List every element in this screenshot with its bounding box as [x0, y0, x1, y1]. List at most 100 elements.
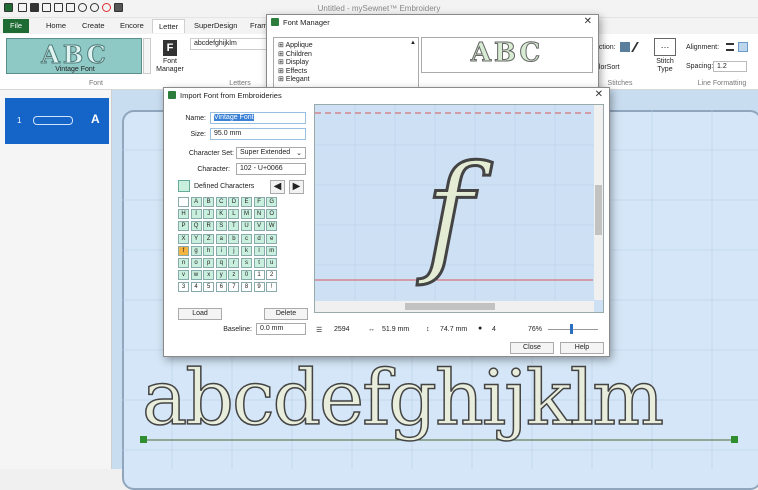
character-cell[interactable]: I	[190, 209, 202, 220]
align-center-icon[interactable]	[738, 42, 748, 52]
size-field[interactable]: 95.0 mm	[210, 128, 306, 140]
character-cell[interactable]: 3	[178, 282, 189, 293]
direction-icon[interactable]	[620, 42, 630, 52]
tree-item[interactable]: ⊞ Children	[278, 51, 313, 60]
character-cell[interactable]: V	[253, 221, 265, 232]
character-cell[interactable]: x	[203, 270, 215, 281]
character-cell[interactable]: i	[215, 245, 227, 256]
character-cell[interactable]: H	[178, 209, 189, 220]
pen-icon[interactable]	[631, 42, 647, 52]
character-cell[interactable]: X	[178, 233, 189, 244]
load-button[interactable]: Load	[178, 308, 222, 320]
character-cell[interactable]: 2	[266, 270, 278, 281]
character-cell[interactable]: Q	[190, 221, 202, 232]
character-cell[interactable]: p	[203, 258, 215, 268]
character-cell[interactable]: Z	[203, 233, 215, 244]
tab-file[interactable]: File	[3, 19, 29, 33]
zoom-slider[interactable]	[548, 329, 598, 330]
character-cell[interactable]: c	[241, 233, 252, 244]
character-cell[interactable]: j	[228, 245, 240, 256]
character-preview[interactable]: f	[314, 104, 604, 313]
tree-item[interactable]: ⊞ Display	[278, 59, 313, 68]
zoom-slider-handle[interactable]	[570, 324, 573, 334]
align-left-icon[interactable]	[726, 43, 734, 51]
character-cell[interactable]: l	[253, 245, 265, 256]
stitch-type-label[interactable]: Stitch Type	[652, 58, 678, 74]
close-button[interactable]: Close	[510, 342, 554, 354]
character-cell[interactable]: R	[203, 221, 215, 232]
character-cell[interactable]: u	[266, 258, 278, 268]
design-list-item[interactable]: 1 A	[5, 98, 109, 144]
character-cell[interactable]: T	[228, 221, 240, 232]
character-cell[interactable]: r	[228, 258, 240, 268]
character-cell[interactable]: F	[253, 197, 265, 207]
character-cell[interactable]: k	[241, 245, 252, 256]
character-cell[interactable]: z	[228, 270, 240, 281]
font-gallery[interactable]: ABC Vintage Font	[6, 38, 142, 74]
character-cell[interactable]: 6	[215, 282, 227, 293]
character-cell[interactable]: C	[215, 197, 227, 207]
character-cell[interactable]: 5	[203, 282, 215, 293]
character-cell[interactable]: s	[241, 258, 252, 268]
character-cell[interactable]: b	[228, 233, 240, 244]
name-field[interactable]: Vintage Font	[210, 112, 306, 124]
character-cell[interactable]: y	[215, 270, 227, 281]
character-cell[interactable]: B	[203, 197, 215, 207]
character-cell[interactable]: g	[190, 245, 202, 256]
character-cell[interactable]: t	[253, 258, 265, 268]
tab-superdesign[interactable]: SuperDesign	[188, 19, 243, 33]
character-cell[interactable]: L	[228, 209, 240, 220]
character-cell[interactable]: d	[253, 233, 265, 244]
character-field[interactable]: 102 - U+0066	[236, 163, 306, 175]
character-cell[interactable]: U	[241, 221, 252, 232]
character-cell[interactable]: w	[190, 270, 202, 281]
character-cell[interactable]: M	[241, 209, 252, 220]
gallery-scroll[interactable]	[143, 38, 151, 74]
font-manager-button[interactable]: F Font Manager	[155, 40, 185, 78]
character-cell[interactable]: 7	[228, 282, 240, 293]
character-cell[interactable]: e	[266, 233, 278, 244]
character-cell[interactable]: O	[266, 209, 278, 220]
character-cell[interactable]: J	[203, 209, 215, 220]
baseline-field[interactable]: 0.0 mm	[256, 323, 306, 335]
close-icon[interactable]: ✕	[584, 16, 592, 27]
next-arrow-icon[interactable]: ▶	[289, 180, 304, 194]
scroll-up-icon[interactable]: ▲	[410, 40, 416, 46]
delete-button[interactable]: Delete	[264, 308, 308, 320]
character-cell[interactable]: !	[266, 282, 278, 293]
previous-arrow-icon[interactable]: ◀	[270, 180, 285, 194]
character-cell[interactable]: m	[266, 245, 278, 256]
character-cell[interactable]: 1	[253, 270, 265, 281]
font-category-tree[interactable]: ⊞ Applique ⊞ Children ⊞ Display ⊞ Effect…	[273, 37, 419, 93]
character-cell[interactable]: 8	[241, 282, 252, 293]
character-cell[interactable]: 9	[253, 282, 265, 293]
tree-item[interactable]: ⊞ Elegant	[278, 76, 313, 85]
tab-home[interactable]: Home	[40, 19, 72, 33]
character-cell[interactable]: a	[215, 233, 227, 244]
character-cell[interactable]: f	[178, 245, 189, 256]
tab-encore[interactable]: Encore	[114, 19, 150, 33]
character-cell[interactable]	[178, 197, 189, 207]
tab-create[interactable]: Create	[76, 19, 111, 33]
close-icon[interactable]: ✕	[595, 89, 603, 100]
charset-select[interactable]: Super Extended ⌄	[236, 147, 306, 159]
character-cell[interactable]: n	[178, 258, 189, 268]
tree-item[interactable]: ⊞ Applique	[278, 42, 313, 51]
character-cell[interactable]: h	[203, 245, 215, 256]
character-cell[interactable]: W	[266, 221, 278, 232]
character-cell[interactable]: 4	[190, 282, 202, 293]
spacing-input[interactable]: 1.2	[713, 61, 747, 72]
character-cell[interactable]: G	[266, 197, 278, 207]
character-cell[interactable]: q	[215, 258, 227, 268]
character-cell[interactable]: K	[215, 209, 227, 220]
character-cell[interactable]: Y	[190, 233, 202, 244]
character-cell[interactable]: 0	[241, 270, 252, 281]
character-cell[interactable]: S	[215, 221, 227, 232]
character-cell[interactable]: P	[178, 221, 189, 232]
help-button[interactable]: Help	[560, 342, 604, 354]
canvas-text[interactable]: abcdefghijklm	[141, 357, 702, 439]
tab-letter[interactable]: Letter	[152, 19, 186, 33]
character-cell[interactable]: o	[190, 258, 202, 268]
character-cell[interactable]: A	[190, 197, 202, 207]
tree-item[interactable]: ⊞ Effects	[278, 68, 313, 77]
